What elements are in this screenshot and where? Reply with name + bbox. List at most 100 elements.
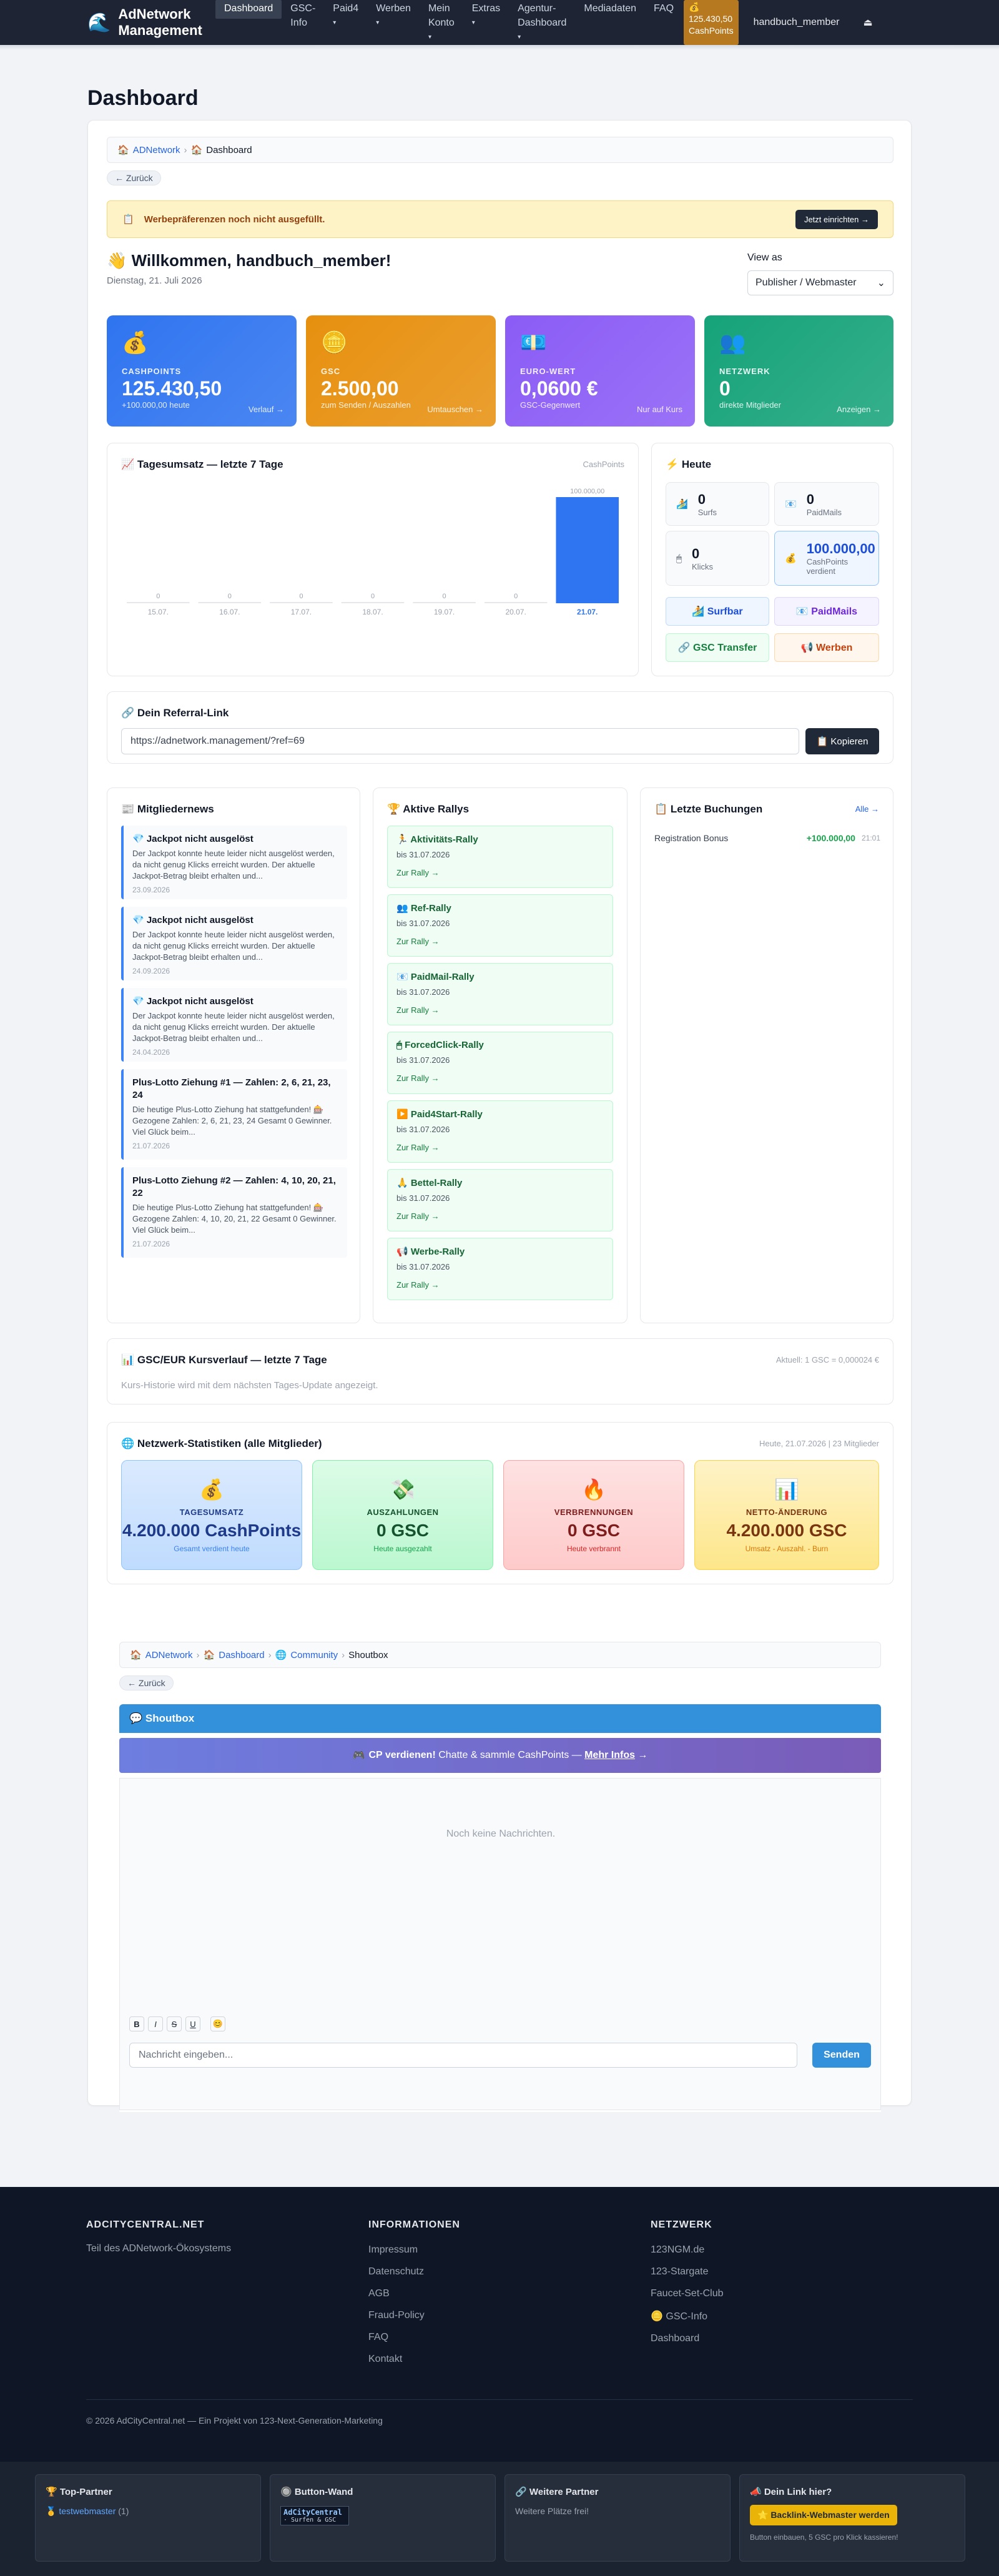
copy-button[interactable]: 📋 Kopieren	[805, 728, 879, 754]
globe-icon: 🌐	[275, 1650, 287, 1661]
gsc-transfer-button[interactable]: 🔗 GSC Transfer	[666, 633, 769, 662]
back-button[interactable]: ← Zurück	[107, 170, 161, 185]
faq-link[interactable]: FAQ	[368, 2332, 425, 2343]
backlink-webmaster-button[interactable]: ⭐ Backlink-Webmaster werden	[750, 2505, 897, 2525]
paidmails-button[interactable]: 📧 PaidMails	[774, 597, 879, 626]
rally-item[interactable]: 👥 Ref-Rally bis 31.07.2026 Zur Rally →	[387, 894, 613, 957]
nav-item-werben[interactable]: Werben ▾	[367, 0, 420, 45]
rally-item[interactable]: 📧 PaidMail-Rally bis 31.07.2026 Zur Rall…	[387, 963, 613, 1025]
nav-item-mediadaten[interactable]: Mediadaten	[575, 0, 645, 45]
brand[interactable]: 🌊 AdNetwork Management	[87, 6, 215, 39]
fraud-policy-link[interactable]: Fraud-Policy	[368, 2310, 425, 2321]
nav-item-agentur-dashboard[interactable]: Agentur- Dashboard ▾	[509, 0, 575, 45]
network-stats-panel: 🌐 Netzwerk-Statistiken (alle Mitglieder)…	[107, 1422, 893, 1584]
home-icon: 🏠	[117, 145, 129, 155]
chart-value-label: 0	[371, 593, 375, 600]
chart-bar	[198, 602, 262, 603]
nav-item-faq[interactable]: FAQ	[645, 0, 682, 45]
kontakt-link[interactable]: Kontakt	[368, 2354, 425, 2365]
coin-icon: 🪙	[321, 331, 348, 355]
underline-button[interactable]: U	[185, 2016, 200, 2031]
datenschutz-link[interactable]: Datenschutz	[368, 2266, 425, 2277]
format-toolbar: B I S U 😊	[129, 2016, 225, 2031]
strike-button[interactable]: S	[167, 2016, 182, 2031]
shoutbox-back-button[interactable]: ← Zurück	[119, 1675, 174, 1690]
exchange-link[interactable]: Umtauschen →	[427, 405, 483, 414]
history-link[interactable]: Verlauf →	[249, 405, 284, 414]
referral-url-field[interactable]: https://adnetwork.management/?ref=69	[121, 728, 799, 754]
warning-text: Werbepräferenzen noch nicht ausgefüllt.	[144, 214, 325, 225]
surfbar-button[interactable]: 🏄 Surfbar	[666, 597, 769, 626]
bookings-title: 📋 Letzte Buchungen	[654, 803, 763, 815]
news-item[interactable]: Plus-Lotto Ziehung #2 — Zahlen: 4, 10, 2…	[121, 1167, 347, 1258]
italic-button[interactable]: I	[148, 2016, 163, 2031]
news-item[interactable]: 💎 Jackpot nicht ausgelöst Der Jackpot ko…	[121, 826, 347, 899]
surfs-tile: 🏄 0 Surfs	[666, 482, 769, 526]
network-meta: Heute, 21.07.2026 | 23 Mitglieder	[759, 1439, 879, 1448]
breadcrumb-home-link[interactable]: ADNetwork	[133, 145, 180, 155]
rally-item[interactable]: ▶️ Paid4Start-Rally bis 31.07.2026 Zur R…	[387, 1100, 613, 1163]
rally-item[interactable]: 🏃 Aktivitäts-Rally bis 31.07.2026 Zur Ra…	[387, 826, 613, 888]
stat-card-euro-value[interactable]: 💶 EURO-WERT 0,0600 € GSC-Gegenwert Nur a…	[505, 315, 695, 427]
chart-tick-label: 15.07.	[148, 608, 169, 616]
nav-item-extras[interactable]: Extras ▾	[463, 0, 509, 45]
rate-note: Nur auf Kurs	[637, 405, 682, 414]
chevron-down-icon: ▾	[376, 19, 380, 26]
nav-item-mein-konto[interactable]: Mein Konto ▾	[420, 0, 463, 45]
button-wall-box: 🔘 Button-Wand AdCityCentral · Surfen & G…	[270, 2474, 496, 2562]
breadcrumb-current: Dashboard	[206, 144, 252, 155]
clicks-tile: 🖱 0 Klicks	[666, 531, 769, 586]
more-info-link[interactable]: Mehr Infos	[584, 1750, 635, 1761]
footer-network-links: 123NGM.de 123-Stargate Faucet-Set-Club 🪙…	[651, 2244, 724, 2344]
news-item[interactable]: 💎 Jackpot nicht ausgelöst Der Jackpot ko…	[121, 907, 347, 980]
send-button[interactable]: Senden	[812, 2043, 871, 2068]
agb-link[interactable]: AGB	[368, 2288, 425, 2299]
nav-item-paid4[interactable]: Paid4 ▾	[324, 0, 367, 45]
rally-item[interactable]: 🖱 ForcedClick-Rally bis 31.07.2026 Zur R…	[387, 1032, 613, 1094]
view-as-select[interactable]: Publisher / Webmaster ⌄	[747, 270, 893, 295]
chart-bar	[556, 497, 619, 603]
stat-card-cashpoints[interactable]: 💰 CASHPOINTS 125.430,50 +100.000,00 heut…	[107, 315, 297, 427]
nav-item-gsc-info[interactable]: GSC- Info	[282, 0, 324, 45]
more-partners-box: 🔗 Weitere Partner Weitere Plätze frei!	[504, 2474, 731, 2562]
rally-item[interactable]: 🙏 Bettel-Rally bis 31.07.2026 Zur Rally …	[387, 1169, 613, 1231]
chart-tick-label: 19.07.	[434, 608, 455, 616]
news-item[interactable]: Plus-Lotto Ziehung #1 — Zahlen: 2, 6, 21…	[121, 1069, 347, 1160]
chart-value-label: 0	[299, 593, 303, 600]
werben-button[interactable]: 📢 Werben	[774, 633, 879, 662]
chart-bar	[341, 602, 405, 603]
footer: ADCITYCENTRAL.NET Teil des ADNetwork-Öko…	[0, 2187, 999, 2462]
current-date: Dienstag, 21. Juli 2026	[107, 275, 202, 286]
nav-username[interactable]: handbuch_member	[754, 17, 840, 28]
top-partner-link[interactable]: 🥇 testwebmaster	[46, 2506, 116, 2516]
stat-card-network[interactable]: 👥 NETZWERK 0 direkte Mitglieder Anzeigen…	[704, 315, 893, 427]
emoji-button[interactable]: 😊	[210, 2016, 225, 2031]
impressum-link[interactable]: Impressum	[368, 2244, 425, 2256]
news-item[interactable]: 💎 Jackpot nicht ausgelöst Der Jackpot ko…	[121, 988, 347, 1062]
email-icon: 📧	[785, 499, 797, 510]
adcitycentral-button[interactable]: AdCityCentral · Surfen & GSC	[280, 2506, 349, 2525]
nav-item-dashboard[interactable]: Dashboard	[215, 0, 282, 19]
chevron-down-icon: ▾	[471, 19, 475, 26]
logout-icon[interactable]: ⏏	[863, 16, 872, 29]
money-bag-icon: 💰	[122, 331, 149, 355]
money-bag-icon: 💰	[199, 1478, 224, 1501]
chart-unit: CashPoints	[583, 460, 624, 469]
show-network-link[interactable]: Anzeigen →	[837, 405, 881, 414]
all-bookings-link[interactable]: Alle →	[855, 804, 879, 814]
rally-item[interactable]: 📢 Werbe-Rally bis 31.07.2026 Zur Rally →	[387, 1238, 613, 1300]
setup-now-button[interactable]: Jetzt einrichten →	[795, 209, 878, 229]
chart-tick-label: 21.07.	[577, 608, 598, 616]
chart-title: 📈 Tagesumsatz — letzte 7 Tage	[121, 458, 283, 470]
chart-value-label: 0	[156, 593, 160, 600]
nav-shadow	[0, 45, 999, 50]
nav-menu: Dashboard GSC- Info Paid4 ▾ Werben ▾ Mein Ko…	[215, 0, 739, 45]
bold-button[interactable]: B	[129, 2016, 144, 2031]
chart-value-label: 0	[228, 593, 232, 600]
revenue-bar-chart: 0 15.07. 0 16.07. 0 17.07. 0 18.07. 0 19.07. 0 20.0…	[127, 488, 619, 616]
stat-card-gsc[interactable]: 🪙 GSC 2.500,00 zum Senden / Auszahlen Um…	[306, 315, 496, 427]
message-input[interactable]: Nachricht eingeben...	[129, 2043, 797, 2068]
chart-bar	[484, 602, 548, 603]
cashpoints-balance-badge[interactable]: 💰 125.430,50 CashPoints	[684, 0, 739, 45]
network-title: 🌐 Netzwerk-Statistiken (alle Mitglieder)	[121, 1438, 322, 1449]
